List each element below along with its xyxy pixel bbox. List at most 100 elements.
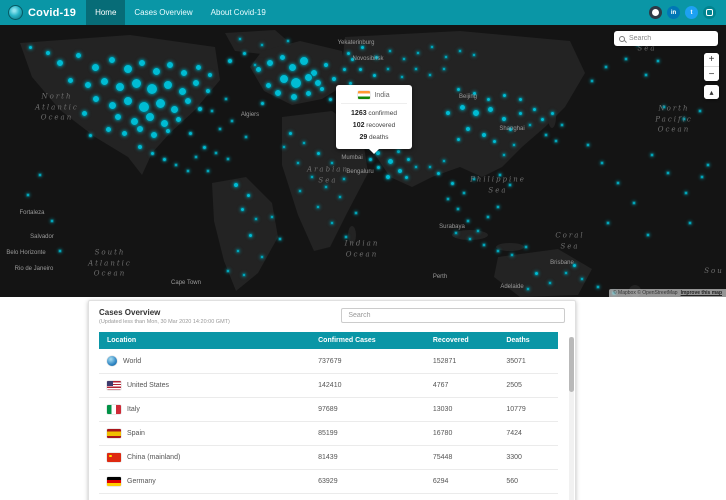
cluster-marker[interactable] bbox=[682, 117, 686, 121]
cluster-marker[interactable] bbox=[496, 205, 500, 209]
cluster-marker[interactable] bbox=[114, 113, 122, 121]
cluster-marker[interactable] bbox=[84, 81, 92, 89]
cluster-marker[interactable] bbox=[80, 109, 88, 117]
map-search-input[interactable] bbox=[629, 35, 713, 42]
cluster-marker[interactable] bbox=[187, 130, 193, 136]
cluster-marker[interactable] bbox=[107, 100, 117, 110]
cluster-marker[interactable] bbox=[445, 110, 451, 116]
cluster-marker[interactable] bbox=[533, 270, 539, 276]
cluster-marker[interactable] bbox=[644, 73, 648, 77]
cluster-marker[interactable] bbox=[244, 135, 248, 139]
cluster-marker[interactable] bbox=[99, 76, 109, 86]
cluster-marker[interactable] bbox=[186, 169, 190, 173]
improve-map-link[interactable]: Improve this map bbox=[681, 290, 722, 296]
cluster-marker[interactable] bbox=[197, 106, 203, 112]
cluster-marker[interactable] bbox=[120, 129, 128, 137]
cluster-marker[interactable] bbox=[491, 138, 497, 144]
github-icon[interactable] bbox=[649, 6, 662, 19]
cluster-marker[interactable] bbox=[698, 109, 702, 113]
cluster-marker[interactable] bbox=[56, 59, 64, 67]
cluster-marker[interactable] bbox=[435, 170, 441, 176]
cluster-marker[interactable] bbox=[560, 123, 564, 127]
cluster-marker[interactable] bbox=[604, 65, 608, 69]
cluster-marker[interactable] bbox=[476, 229, 480, 233]
cluster-marker[interactable] bbox=[206, 169, 210, 173]
cluster-marker[interactable] bbox=[684, 191, 688, 195]
cluster-marker[interactable] bbox=[462, 191, 466, 195]
cluster-marker[interactable] bbox=[342, 177, 346, 181]
cluster-marker[interactable] bbox=[290, 93, 298, 101]
cluster-marker[interactable] bbox=[279, 74, 289, 84]
cluster-marker[interactable] bbox=[666, 171, 670, 175]
cluster-marker[interactable] bbox=[214, 151, 218, 155]
cluster-marker[interactable] bbox=[210, 109, 214, 113]
cluster-marker[interactable] bbox=[264, 81, 272, 89]
cluster-marker[interactable] bbox=[482, 243, 486, 247]
cluster-marker[interactable] bbox=[90, 62, 100, 72]
cluster-marker[interactable] bbox=[330, 161, 334, 165]
cluster-marker[interactable] bbox=[233, 182, 239, 188]
nav-item-about-covid-19[interactable]: About Covid-19 bbox=[202, 0, 275, 25]
cluster-marker[interactable] bbox=[375, 164, 381, 170]
cluster-marker[interactable] bbox=[465, 126, 471, 132]
cluster-marker[interactable] bbox=[165, 128, 171, 134]
cluster-marker[interactable] bbox=[136, 125, 144, 133]
cluster-marker[interactable] bbox=[539, 116, 545, 122]
cluster-marker[interactable] bbox=[446, 197, 450, 201]
cluster-marker[interactable] bbox=[386, 67, 390, 71]
cluster-marker[interactable] bbox=[349, 56, 355, 62]
cluster-marker[interactable] bbox=[388, 49, 392, 53]
cluster-marker[interactable] bbox=[138, 59, 146, 67]
cluster-marker[interactable] bbox=[224, 97, 228, 101]
cluster-marker[interactable] bbox=[303, 72, 313, 82]
cluster-marker[interactable] bbox=[145, 112, 155, 122]
table-search-input[interactable] bbox=[341, 308, 565, 323]
cluster-marker[interactable] bbox=[458, 49, 462, 53]
compass-button[interactable]: ▴ bbox=[704, 85, 719, 99]
cluster-marker[interactable] bbox=[400, 75, 404, 79]
cluster-marker[interactable] bbox=[259, 100, 265, 106]
cluster-marker[interactable] bbox=[468, 237, 472, 241]
cluster-marker[interactable] bbox=[456, 207, 460, 211]
cluster-marker[interactable] bbox=[174, 163, 178, 167]
cluster-marker[interactable] bbox=[254, 65, 262, 73]
cluster-marker[interactable] bbox=[230, 119, 234, 123]
cluster-marker[interactable] bbox=[616, 181, 620, 185]
cluster-marker[interactable] bbox=[299, 56, 309, 66]
nav-item-home[interactable]: Home bbox=[86, 0, 126, 25]
cluster-marker[interactable] bbox=[129, 116, 139, 126]
cluster-marker[interactable] bbox=[586, 143, 590, 147]
cluster-marker[interactable] bbox=[226, 269, 230, 273]
cluster-marker[interactable] bbox=[524, 245, 528, 249]
cluster-marker[interactable] bbox=[345, 50, 351, 56]
cluster-marker[interactable] bbox=[414, 67, 418, 71]
cluster-marker[interactable] bbox=[354, 211, 358, 215]
cluster-marker[interactable] bbox=[50, 219, 54, 223]
cluster-marker[interactable] bbox=[287, 62, 297, 72]
cluster-marker[interactable] bbox=[359, 44, 365, 50]
cluster-marker[interactable] bbox=[531, 106, 537, 112]
cluster-marker[interactable] bbox=[324, 185, 328, 189]
cluster-marker[interactable] bbox=[502, 153, 506, 157]
cluster-marker[interactable] bbox=[260, 255, 264, 259]
scrollbar-thumb[interactable] bbox=[569, 337, 574, 392]
cluster-marker[interactable] bbox=[507, 126, 513, 132]
cluster-marker[interactable] bbox=[371, 72, 377, 78]
cluster-marker[interactable] bbox=[498, 173, 502, 177]
cluster-marker[interactable] bbox=[416, 51, 420, 55]
cluster-marker[interactable] bbox=[254, 217, 258, 221]
cluster-marker[interactable] bbox=[596, 285, 600, 289]
cluster-marker[interactable] bbox=[331, 76, 337, 82]
cluster-marker[interactable] bbox=[430, 45, 434, 49]
cluster-marker[interactable] bbox=[455, 86, 461, 92]
cluster-marker[interactable] bbox=[27, 44, 33, 50]
cluster-marker[interactable] bbox=[486, 105, 494, 113]
map-canvas[interactable]: North Atlantic Ocean North Pacific Ocean S… bbox=[0, 25, 726, 297]
cluster-marker[interactable] bbox=[115, 82, 125, 92]
cluster-marker[interactable] bbox=[38, 173, 42, 177]
cluster-marker[interactable] bbox=[496, 249, 500, 253]
zoom-in-button[interactable]: + bbox=[704, 53, 719, 67]
cluster-marker[interactable] bbox=[357, 66, 363, 72]
cluster-marker[interactable] bbox=[123, 96, 133, 106]
cluster-marker[interactable] bbox=[239, 206, 245, 212]
